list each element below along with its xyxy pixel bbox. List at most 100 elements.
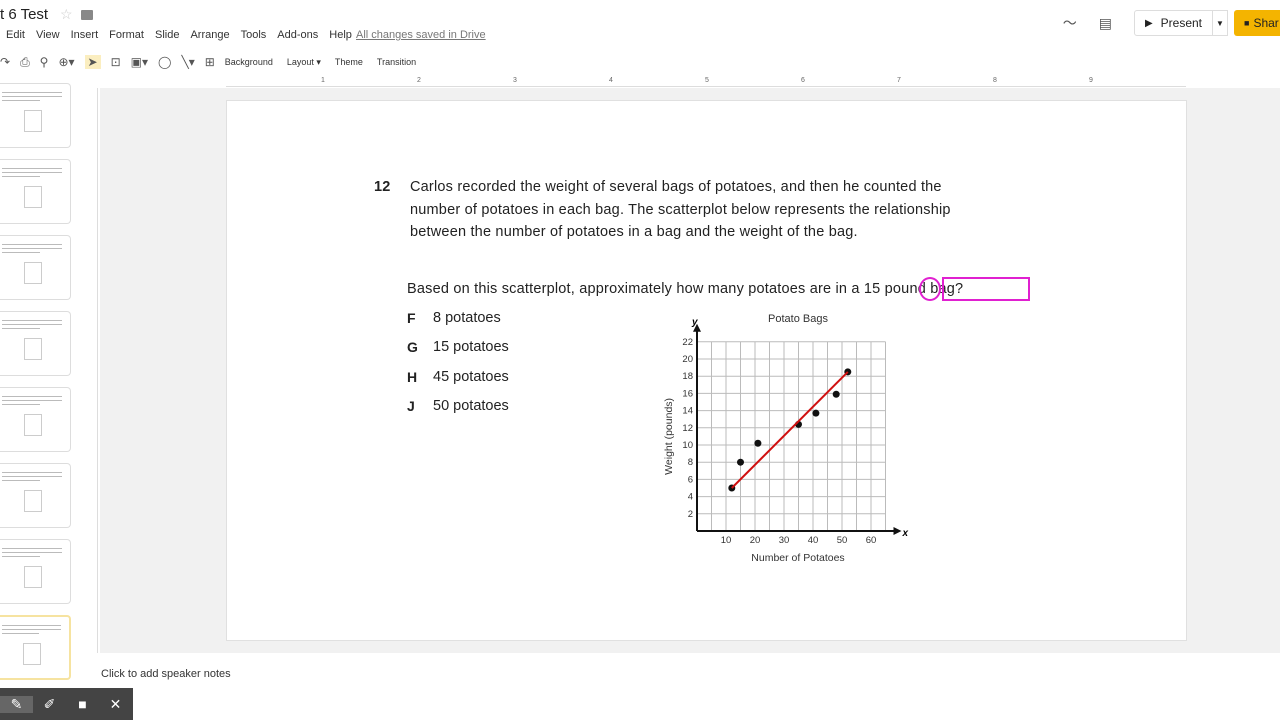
slide-thumbnail[interactable] — [0, 235, 71, 300]
x-tick-label: 50 — [837, 535, 848, 546]
vertical-ruler — [88, 88, 98, 653]
slide-thumbnail[interactable] — [0, 615, 71, 680]
print-icon[interactable]: ⎙ — [20, 55, 30, 70]
line-icon[interactable]: ╲▾ — [181, 55, 194, 69]
lock-icon: ■ — [1244, 18, 1250, 28]
horizontal-ruler: 1 2 3 4 5 6 7 8 9 — [226, 77, 1186, 87]
slide-thumbnail[interactable] — [0, 159, 71, 224]
image-icon[interactable]: ▣▾ — [131, 55, 148, 69]
x-tick-label: 20 — [750, 535, 761, 546]
speaker-notes[interactable]: Click to add speaker notes — [101, 668, 231, 680]
highlighter-icon[interactable]: ✐ — [33, 696, 66, 713]
trend-line — [731, 371, 849, 489]
share-label: Shar — [1253, 16, 1279, 30]
comments-icon[interactable]: ▤ — [1099, 15, 1112, 32]
option-letter: F — [407, 310, 416, 326]
x-axis-letter: x — [902, 528, 909, 539]
ruler-mark: 2 — [417, 77, 421, 84]
slide-thumbnail[interactable] — [0, 83, 71, 148]
annotation-toolbar: ✎ ✐ ■ ✕ — [0, 688, 133, 720]
option-letter: H — [407, 368, 418, 385]
paint-format-icon[interactable]: ⚲ — [40, 55, 49, 69]
theme-button[interactable]: Theme — [335, 57, 363, 67]
menu-help[interactable]: Help — [329, 29, 352, 41]
layout-button[interactable]: Layout ▾ — [287, 57, 321, 68]
folder-icon[interactable] — [81, 10, 93, 20]
option-text[interactable]: 45 potatoes — [433, 369, 509, 385]
question-line: number of potatoes in each bag. The scat… — [410, 202, 951, 218]
question-prompt: Based on this scatterplot, approximately… — [407, 281, 964, 297]
y-tick-label: 20 — [682, 354, 693, 365]
option-text[interactable]: 50 potatoes — [433, 398, 509, 414]
menu-add-ons[interactable]: Add-ons — [277, 29, 318, 41]
redo-icon[interactable]: ↷ — [0, 55, 10, 69]
question-line: between the number of potatoes in a bag … — [410, 224, 858, 240]
x-axis-label: Number of Potatoes — [751, 552, 844, 564]
slide-thumbnail[interactable] — [0, 463, 71, 528]
menu-insert[interactable]: Insert — [71, 29, 99, 41]
star-icon[interactable]: ☆ — [60, 6, 73, 23]
shape-icon[interactable]: ◯ — [158, 55, 171, 69]
share-button[interactable]: ■ Shar — [1234, 10, 1280, 36]
option-text[interactable]: 15 potatoes — [433, 339, 509, 355]
menu-view[interactable]: View — [36, 29, 60, 41]
select-icon[interactable]: ➤ — [84, 55, 101, 69]
save-status-link[interactable]: All changes saved in Drive — [356, 29, 486, 41]
ruler-mark: 5 — [705, 77, 709, 84]
x-tick-label: 40 — [808, 535, 819, 546]
y-tick-label: 4 — [688, 492, 693, 503]
y-tick-label: 12 — [682, 423, 693, 434]
y-tick-label: 14 — [682, 406, 693, 417]
question-line: Carlos recorded the weight of several ba… — [410, 179, 942, 195]
activity-trend-icon[interactable]: 〜 — [1063, 13, 1077, 33]
present-dropdown[interactable]: ▼ — [1213, 10, 1228, 36]
data-point — [832, 390, 840, 398]
y-tick-label: 2 — [688, 509, 693, 520]
pen-icon[interactable]: ✎ — [0, 695, 33, 713]
circle-annotation — [919, 277, 941, 301]
menu-arrange[interactable]: Arrange — [190, 29, 229, 41]
present-button[interactable]: ▶ Present — [1133, 10, 1213, 36]
ruler-mark: 3 — [513, 77, 517, 84]
menu-format[interactable]: Format — [109, 29, 144, 41]
menu-tools[interactable]: Tools — [241, 29, 267, 41]
ruler-mark: 8 — [993, 77, 997, 84]
x-tick-label: 30 — [779, 535, 790, 546]
new-slide-icon[interactable]: ⊞ — [205, 55, 215, 69]
zoom-icon[interactable]: ⊕▾ — [58, 55, 74, 69]
y-tick-label: 6 — [688, 474, 693, 485]
y-tick-label: 16 — [682, 388, 693, 399]
ruler-mark: 7 — [897, 77, 901, 84]
ruler-mark: 4 — [609, 77, 613, 84]
menu-bar: Edit View Insert Format Slide Arrange Tools Add… — [6, 29, 363, 41]
data-point — [812, 409, 820, 417]
text-box-icon[interactable]: ⊡ — [111, 55, 121, 69]
option-letter: G — [407, 339, 418, 356]
ruler-mark: 6 — [801, 77, 805, 84]
slide-thumbnail[interactable] — [0, 311, 71, 376]
document-title[interactable]: t 6 Test — [0, 6, 48, 23]
close-icon[interactable]: ✕ — [99, 696, 132, 713]
x-axis-arrow — [893, 527, 902, 535]
y-tick-label: 22 — [682, 337, 693, 348]
slide-thumbnail[interactable] — [0, 539, 71, 604]
transition-button[interactable]: Transition — [377, 57, 416, 67]
menu-edit[interactable]: Edit — [6, 29, 25, 41]
background-button[interactable]: Background — [225, 57, 273, 67]
camera-icon[interactable]: ■ — [66, 696, 99, 712]
option-text[interactable]: 8 potatoes — [433, 310, 501, 326]
present-label: Present — [1160, 16, 1202, 30]
header-actions: 〜 ▤ ▶ Present ▼ ■ Shar — [1063, 10, 1280, 36]
x-tick-label: 10 — [721, 535, 732, 546]
data-point — [754, 439, 762, 447]
y-tick-label: 18 — [682, 371, 693, 382]
slide-thumbnail[interactable] — [0, 387, 71, 452]
y-tick-label: 8 — [688, 457, 693, 468]
toolbar: ↷ ⎙ ⚲ ⊕▾ ➤ ⊡ ▣▾ ◯ ╲▾ ⊞ Background Layout… — [0, 50, 1280, 74]
data-point — [737, 458, 744, 466]
menu-slide[interactable]: Slide — [155, 29, 179, 41]
filmstrip[interactable] — [0, 76, 86, 688]
y-tick-label: 10 — [682, 440, 693, 451]
x-tick-label: 60 — [866, 535, 877, 546]
play-icon: ▶ — [1144, 17, 1153, 29]
